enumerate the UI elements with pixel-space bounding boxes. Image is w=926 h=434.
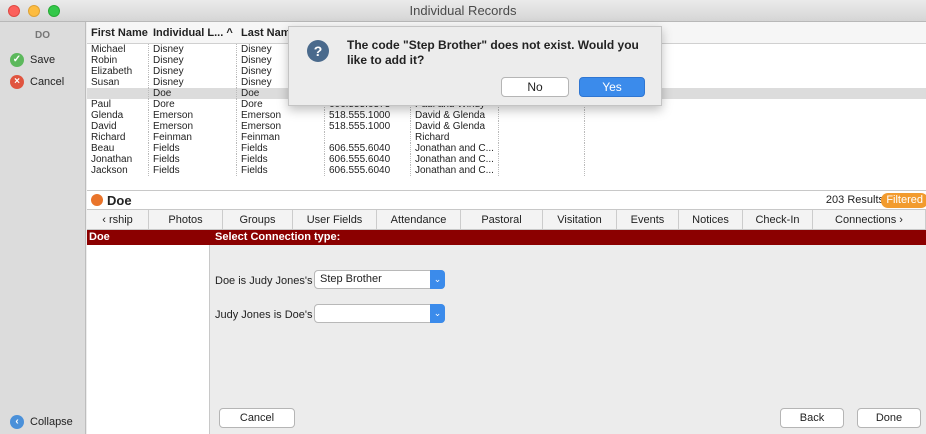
sort-ascending-icon: ^ [226, 27, 233, 39]
sidebar: DO ✓ Save × Cancel ‹ Collapse [0, 22, 86, 434]
table-row[interactable]: Jonathan Fields Fields 606.555.6040 Jonathan… [87, 154, 926, 165]
no-button[interactable]: No [501, 77, 569, 97]
tab-scroll-left[interactable]: ‹ rship [87, 210, 149, 229]
tab-groups[interactable]: Groups [223, 210, 293, 229]
person-icon [91, 194, 103, 206]
checkmark-icon: ✓ [10, 53, 24, 67]
tab-check-in[interactable]: Check-In [743, 210, 813, 229]
tab-connections[interactable]: Connections › [813, 210, 926, 229]
cancel-button[interactable]: × Cancel [10, 72, 64, 92]
minimize-window-button[interactable] [28, 5, 40, 17]
record-name: Doe [107, 192, 132, 208]
filtered-badge[interactable]: Filtered [881, 193, 926, 208]
table-row[interactable]: David Emerson Emerson 518.555.1000 David & G… [87, 121, 926, 132]
dialog-message: The code "Step Brother" does not exist. … [347, 38, 639, 67]
column-header-individual-last[interactable]: Individual L... ^ [149, 22, 237, 43]
chevron-left-icon: ‹ [10, 415, 24, 429]
save-button[interactable]: ✓ Save [10, 50, 55, 70]
connection-list[interactable] [87, 245, 210, 434]
cancel-connection-button[interactable]: Cancel [219, 408, 295, 428]
back-button[interactable]: Back [780, 408, 844, 428]
tab-photos[interactable]: Photos [149, 210, 223, 229]
question-icon: ? [307, 40, 329, 62]
maximize-window-button[interactable] [48, 5, 60, 17]
chevron-down-icon: ⌄ [430, 304, 445, 323]
table-row[interactable]: Jackson Fields Fields 606.555.6040 Jonathan … [87, 165, 926, 176]
tab-attendance[interactable]: Attendance [377, 210, 461, 229]
table-row[interactable]: Glenda Emerson Emerson 518.555.1000 David & … [87, 110, 926, 121]
record-tabs: ‹ rship Photos Groups User Fields Attend… [87, 210, 926, 230]
tab-events[interactable]: Events [617, 210, 679, 229]
table-row[interactable]: Beau Fields Fields 606.555.6040 Jonathan and… [87, 143, 926, 154]
confirm-dialog: ? The code "Step Brother" does not exist… [288, 26, 662, 106]
x-icon: × [10, 75, 24, 89]
collapse-label: Collapse [30, 416, 73, 428]
tab-notices[interactable]: Notices [679, 210, 743, 229]
left-list-header: Doe [89, 231, 110, 243]
cancel-label: Cancel [30, 76, 65, 88]
relation-select-2[interactable]: ⌄ [314, 304, 445, 323]
connection-header-bar: Doe Select Connection type: [87, 230, 926, 245]
tab-pastoral[interactable]: Pastoral [461, 210, 543, 229]
relation-select-1[interactable]: Step Brother ⌄ [314, 270, 445, 289]
user-initials: DO [35, 30, 50, 41]
table-row[interactable]: Richard Feinman Feinman Richard [87, 132, 926, 143]
tab-visitation[interactable]: Visitation [543, 210, 617, 229]
column-header-first-name[interactable]: First Name [87, 22, 149, 43]
relation-label-1: Doe is Judy Jones's [215, 275, 313, 287]
yes-button[interactable]: Yes [579, 77, 645, 97]
chevron-down-icon: ⌄ [430, 270, 445, 289]
collapse-button[interactable]: ‹ Collapse [10, 412, 73, 432]
window-titlebar: Individual Records [0, 0, 926, 22]
save-label: Save [30, 54, 56, 66]
record-header: Doe 203 Results Filtered [87, 190, 926, 210]
results-count: 203 Results [825, 194, 884, 206]
done-button[interactable]: Done [857, 408, 921, 428]
connection-type-header: Select Connection type: [215, 231, 341, 243]
relation-label-2: Judy Jones is Doe's [215, 309, 313, 321]
tab-user-fields[interactable]: User Fields [293, 210, 377, 229]
connection-panel: Doe is Judy Jones's Step Brother ⌄ Judy … [211, 245, 926, 434]
close-window-button[interactable] [8, 5, 20, 17]
window-title: Individual Records [409, 3, 517, 18]
